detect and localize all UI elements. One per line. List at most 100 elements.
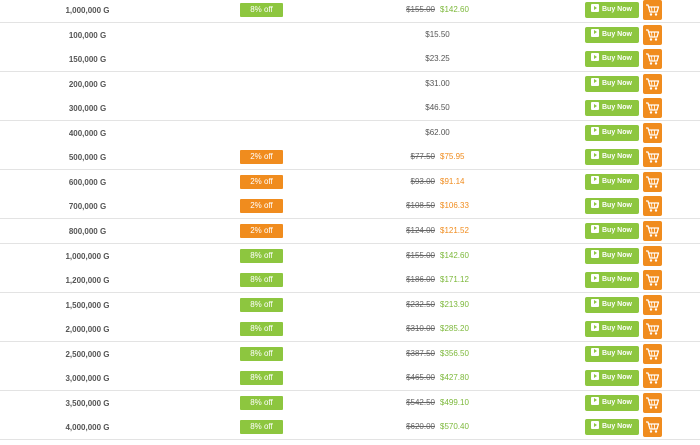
buy-now-button[interactable]: Buy Now	[585, 51, 639, 68]
table-row: 400,000 G $62.00 Buy Now	[0, 120, 700, 146]
buy-now-label: Buy Now	[602, 55, 632, 63]
current-price: $142.60	[440, 5, 469, 14]
table-row: 2,500,000 G 8% off $387.50 $356.50 Buy No…	[0, 341, 700, 367]
discount-badge: 8% off	[240, 3, 283, 17]
buy-now-label: Buy Now	[602, 300, 632, 308]
add-to-cart-button[interactable]	[643, 294, 662, 315]
buy-now-button[interactable]: Buy Now	[585, 321, 639, 338]
buy-now-button[interactable]: Buy Now	[585, 100, 639, 117]
add-to-cart-button[interactable]	[643, 122, 662, 143]
price-cell: $232.50 $213.90	[345, 300, 530, 310]
gold-amount: 150,000 G	[68, 55, 107, 65]
buy-now-button[interactable]: Buy Now	[585, 370, 639, 387]
buy-now-button[interactable]: Buy Now	[585, 2, 639, 18]
buy-now-button[interactable]: Buy Now	[585, 124, 639, 141]
price-cell: $31.00	[345, 79, 530, 89]
gold-amount: 800,000 G	[68, 226, 107, 236]
gold-amount: 3,000,000 G	[65, 374, 110, 384]
buy-now-button[interactable]: Buy Now	[585, 272, 639, 289]
buy-now-button[interactable]: Buy Now	[585, 149, 639, 166]
buy-now-button[interactable]: Buy Now	[585, 394, 639, 411]
add-to-cart-button[interactable]	[643, 392, 662, 413]
buy-now-label: Buy Now	[602, 202, 632, 210]
play-icon	[591, 4, 599, 12]
add-to-cart-button[interactable]	[643, 73, 662, 94]
price-cell: $387.50 $356.50	[345, 349, 530, 359]
discount-badge: 2% off	[240, 174, 283, 189]
add-to-cart-button[interactable]	[643, 343, 662, 364]
current-price: $106.33	[440, 201, 469, 211]
add-to-cart-button[interactable]	[643, 220, 662, 241]
buy-now-label: Buy Now	[602, 398, 632, 406]
add-to-cart-button[interactable]	[643, 171, 662, 192]
add-to-cart-button[interactable]	[643, 98, 662, 119]
discount-badge: 8% off	[240, 322, 283, 337]
current-price: $427.80	[440, 373, 469, 383]
original-price: $155.00	[406, 5, 435, 14]
gold-amount: 700,000 G	[68, 202, 107, 212]
gold-amount: 1,500,000 G	[65, 300, 110, 310]
add-to-cart-button[interactable]	[643, 24, 662, 45]
buy-now-label: Buy Now	[602, 79, 632, 87]
play-icon	[591, 151, 599, 160]
current-price: $213.90	[440, 299, 469, 309]
add-to-cart-button[interactable]	[643, 417, 662, 438]
buy-now-button[interactable]: Buy Now	[585, 345, 639, 362]
buy-now-button[interactable]: Buy Now	[585, 198, 639, 215]
original-price: $155.00	[406, 250, 435, 260]
gold-amount: 1,200,000 G	[65, 276, 110, 286]
buy-now-button[interactable]: Buy Now	[585, 247, 639, 264]
table-row: 200,000 G $31.00 Buy Now	[0, 71, 700, 97]
cart-icon	[646, 127, 660, 139]
buy-now-label: Buy Now	[602, 276, 632, 284]
cart-icon	[646, 28, 660, 41]
discount-badge: 2% off	[240, 150, 283, 165]
table-row: 300,000 G $46.50 Buy Now	[0, 96, 700, 122]
original-price: $232.50	[406, 299, 435, 309]
play-icon	[591, 175, 599, 184]
gold-amount: 2,500,000 G	[65, 349, 110, 359]
gold-amount: 500,000 G	[68, 153, 107, 163]
table-row: 150,000 G $23.25 Buy Now	[0, 47, 700, 73]
cart-icon	[646, 151, 660, 163]
gold-amount: 2,000,000 G	[65, 325, 110, 335]
add-to-cart-button[interactable]	[643, 49, 662, 70]
add-to-cart-button[interactable]	[643, 0, 662, 20]
play-icon	[591, 28, 599, 37]
cart-icon	[646, 102, 660, 114]
add-to-cart-button[interactable]	[643, 196, 662, 217]
buy-now-label: Buy Now	[602, 6, 632, 13]
table-row: 4,000,000 G 8% off $620.00 $570.40 Buy No…	[0, 415, 700, 441]
gold-amount: 600,000 G	[68, 177, 107, 187]
price-cell: $15.50	[345, 30, 530, 40]
cart-icon	[646, 348, 660, 360]
buy-now-button[interactable]: Buy Now	[585, 296, 639, 313]
table-row: 800,000 G 2% off $124.00 $121.52 Buy Now	[0, 218, 700, 244]
add-to-cart-button[interactable]	[643, 270, 662, 291]
discount-badge: 8% off	[240, 420, 283, 435]
buy-now-button[interactable]: Buy Now	[585, 222, 639, 239]
buy-now-button[interactable]: Buy Now	[585, 173, 639, 190]
current-price: $91.14	[440, 176, 465, 186]
table-row: 2,000,000 G 8% off $310.00 $285.20 Buy No…	[0, 317, 700, 343]
price-cell: $465.00 $427.80	[345, 373, 530, 383]
buy-now-button[interactable]: Buy Now	[585, 26, 639, 43]
play-icon	[591, 200, 599, 209]
table-row: 1,500,000 G 8% off $232.50 $213.90 Buy No…	[0, 292, 700, 318]
add-to-cart-button[interactable]	[643, 245, 662, 266]
buy-now-label: Buy Now	[602, 177, 632, 185]
table-row: 3,000,000 G 8% off $465.00 $427.80 Buy No…	[0, 366, 700, 392]
add-to-cart-button[interactable]	[643, 147, 662, 168]
current-price: $570.40	[440, 422, 469, 432]
add-to-cart-button[interactable]	[643, 368, 662, 389]
table-row: 1,000,000 G 8% off $155.00 $142.60 Buy No…	[0, 243, 700, 269]
discount-badge: 8% off	[240, 248, 283, 263]
current-price: $356.50	[440, 348, 469, 358]
add-to-cart-button[interactable]	[643, 319, 662, 340]
price-cell: $310.00 $285.20	[345, 324, 530, 334]
current-price: $499.10	[440, 397, 469, 407]
cart-icon	[646, 77, 660, 90]
buy-now-button[interactable]: Buy Now	[585, 75, 639, 92]
buy-now-button[interactable]: Buy Now	[585, 419, 639, 436]
original-price: $93.00	[410, 176, 435, 186]
